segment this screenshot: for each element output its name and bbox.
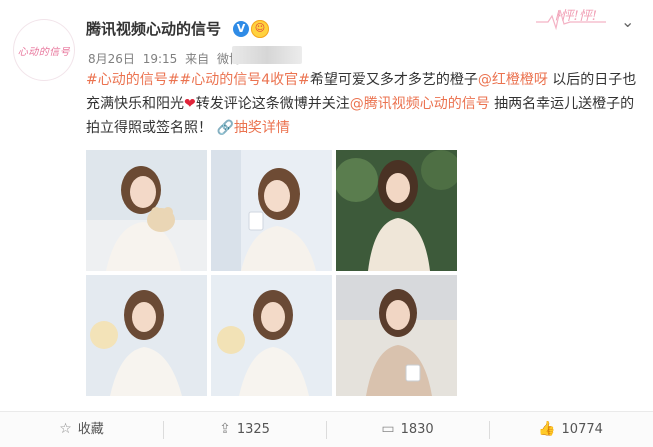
- lottery-details-link[interactable]: 🔗抽奖详情: [216, 120, 289, 136]
- username[interactable]: 腾讯视频心动的信号: [86, 18, 221, 39]
- repost-count: 1325: [236, 422, 270, 437]
- repost-icon: ⇪: [219, 421, 231, 437]
- hashtag-link[interactable]: #心动的信号#: [86, 72, 179, 88]
- repost-button[interactable]: ⇪ 1325: [163, 412, 326, 447]
- verified-icon: V: [233, 21, 249, 37]
- weibo-post-card: 心动的信号 腾讯视频心动的信号 V ☺ ﾄ怦!怦! ⌄ 8月26日 19:15 …: [0, 0, 653, 447]
- action-bar: ☆ 收藏 ⇪ 1325 ▭ 1830 👍 10774: [0, 411, 653, 447]
- like-button[interactable]: 👍 10774: [489, 412, 652, 447]
- photo-thumbnail[interactable]: [211, 275, 332, 396]
- source-prefix: 来自: [185, 52, 210, 66]
- comment-count: 1830: [400, 422, 434, 437]
- more-options-chevron-icon[interactable]: ⌄: [621, 12, 634, 31]
- photo-thumbnail[interactable]: [86, 275, 207, 396]
- heartbeat-decoration: ﾄ怦!怦!: [536, 2, 606, 36]
- post-date[interactable]: 8月26日: [88, 52, 135, 66]
- like-count: 10774: [561, 422, 603, 437]
- post-time[interactable]: 19:15: [143, 52, 178, 66]
- smiley-badge-icon[interactable]: ☺: [251, 20, 269, 38]
- favorite-button[interactable]: ☆ 收藏: [0, 412, 163, 447]
- photo-thumbnail[interactable]: [86, 150, 207, 271]
- lottery-label: 抽奖详情: [233, 120, 290, 136]
- avatar[interactable]: 心动的信号: [14, 20, 74, 80]
- heart-emoji-icon: ❤: [184, 96, 196, 112]
- post-text-segment: 希望可爱又多才多艺的橙子: [309, 72, 478, 88]
- hashtag-link[interactable]: #心动的信号4收官#: [179, 72, 309, 88]
- post-text: #心动的信号##心动的信号4收官#希望可爱又多才多艺的橙子@红橙橙呀 以后的日子…: [86, 68, 646, 140]
- favorite-label: 收藏: [77, 422, 104, 437]
- post-meta: 8月26日 19:15 来自 微博: [88, 50, 245, 67]
- redacted-source-blur: [232, 46, 302, 64]
- post-text-segment: 转发评论这条微博并关注: [195, 96, 350, 112]
- mention-link[interactable]: @红橙橙呀: [478, 72, 548, 88]
- photo-thumbnail[interactable]: [336, 150, 457, 271]
- comment-button[interactable]: ▭ 1830: [326, 412, 489, 447]
- avatar-logo-text: 心动的信号: [17, 46, 71, 58]
- comment-icon: ▭: [381, 421, 395, 437]
- photo-thumbnail[interactable]: [211, 150, 332, 271]
- star-icon: ☆: [59, 421, 72, 437]
- photo-thumbnail[interactable]: [336, 275, 457, 396]
- thumbs-up-icon: 👍: [538, 421, 556, 437]
- svg-text:ﾄ怦!怦!: ﾄ怦!怦!: [554, 9, 597, 24]
- mention-link[interactable]: @腾讯视频心动的信号: [350, 96, 490, 112]
- link-icon: 🔗: [216, 120, 234, 136]
